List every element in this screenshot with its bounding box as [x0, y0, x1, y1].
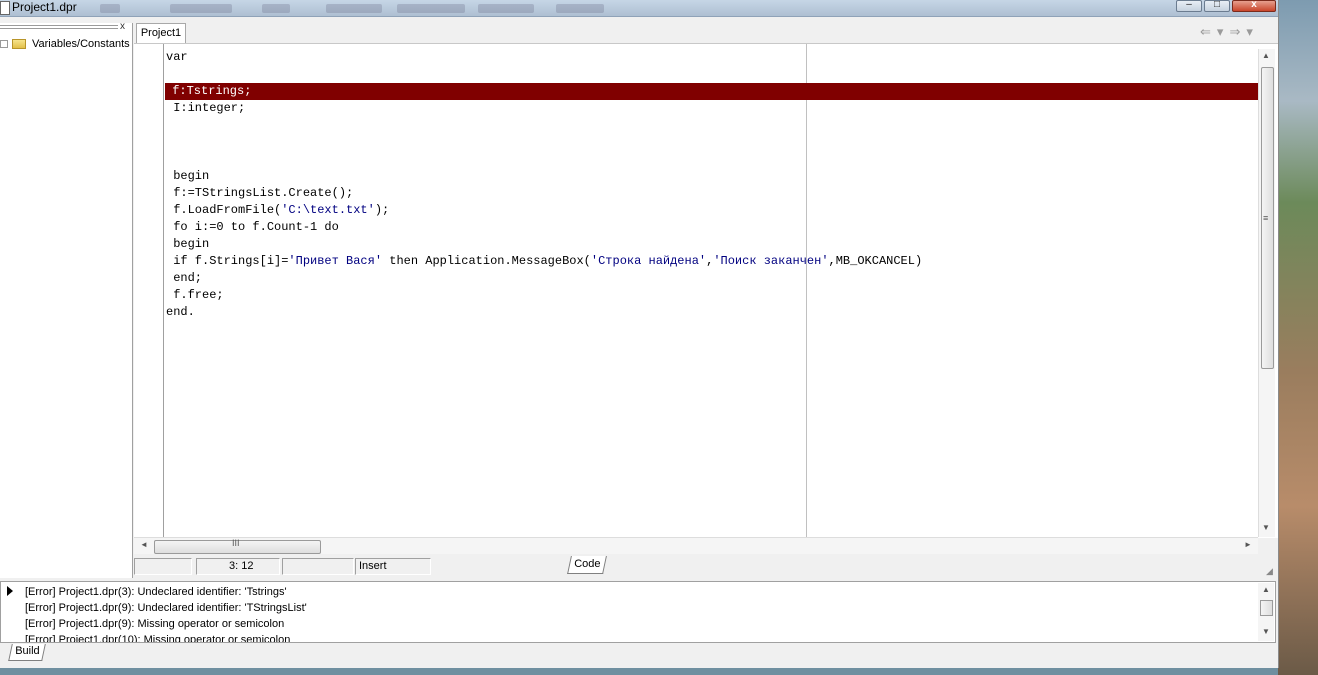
- code-line[interactable]: end.: [166, 304, 195, 321]
- blurred-menu-item: [100, 4, 120, 13]
- forward-menu-icon[interactable]: ▾: [1246, 24, 1259, 39]
- code-line[interactable]: var: [166, 49, 188, 66]
- status-insert-mode: Insert: [355, 558, 431, 575]
- editor-status-bar: 3: 12 Insert Code: [134, 556, 1278, 578]
- status-modified-panel: [134, 558, 192, 575]
- tree-expander-icon[interactable]: [0, 40, 8, 48]
- back-arrow-icon[interactable]: ⇐: [1200, 24, 1217, 39]
- code-line[interactable]: begin: [166, 236, 209, 253]
- right-margin-line: [806, 44, 807, 538]
- bottom-tab-bar: Build: [0, 644, 1278, 668]
- maximize-button[interactable]: □: [1204, 0, 1230, 12]
- messages-panel[interactable]: [Error] Project1.dpr(3): Undeclared iden…: [0, 581, 1276, 643]
- message-item[interactable]: [Error] Project1.dpr(10): Missing operat…: [25, 632, 290, 642]
- code-token: if f.Strings[i]=: [166, 254, 289, 268]
- code-line[interactable]: begin: [166, 168, 209, 185]
- scroll-down-icon[interactable]: ▼: [1262, 523, 1270, 532]
- ide-window: Project1.dpr – □ x x Variables/Constants…: [0, 0, 1279, 668]
- editor-vertical-scrollbar[interactable]: ▲ ≡ ▼: [1258, 49, 1275, 537]
- forward-arrow-icon[interactable]: ⇒: [1229, 24, 1246, 39]
- tree-item-variables-constants[interactable]: Variables/Constants: [0, 37, 130, 51]
- scroll-up-icon[interactable]: ▲: [1262, 585, 1270, 594]
- document-icon: [0, 1, 10, 15]
- editor-gutter[interactable]: [134, 44, 164, 538]
- string-literal: 'Привет Вася': [288, 254, 383, 268]
- status-empty-panel: [282, 558, 354, 575]
- window-title: Project1.dpr: [12, 0, 77, 14]
- scroll-left-icon[interactable]: ◄: [140, 540, 148, 549]
- code-line[interactable]: f:=TStringsList.Create();: [166, 185, 353, 202]
- message-item[interactable]: [Error] Project1.dpr(9): Missing operato…: [25, 616, 284, 632]
- string-literal: 'Строка найдена': [590, 254, 707, 268]
- blurred-menu-item: [326, 4, 382, 13]
- title-bar[interactable]: Project1.dpr – □ x: [0, 0, 1278, 17]
- close-button[interactable]: x: [1232, 0, 1276, 12]
- blurred-menu-item: [478, 4, 534, 13]
- back-menu-icon[interactable]: ▾: [1217, 24, 1230, 39]
- status-cursor-position: 3: 12: [196, 558, 280, 575]
- tab-code[interactable]: Code: [567, 556, 607, 574]
- blurred-menu-item: [556, 4, 604, 13]
- code-token: ,MB_OKCANCEL): [828, 254, 923, 268]
- folder-icon: [12, 39, 26, 49]
- code-line[interactable]: I:integer;: [166, 100, 245, 117]
- desktop-background: [1278, 0, 1318, 675]
- code-line-highlighted[interactable]: f:Tstrings;: [165, 83, 1258, 100]
- navigation-arrows: ⇐▾⇒▾: [1200, 24, 1259, 40]
- message-item[interactable]: [Error] Project1.dpr(3): Undeclared iden…: [25, 584, 287, 600]
- code-line[interactable]: f.free;: [166, 287, 223, 304]
- code-explorer-panel: [0, 23, 133, 578]
- panel-close-icon[interactable]: x: [120, 22, 125, 32]
- resize-grip-icon[interactable]: ◢: [1266, 566, 1273, 577]
- code-line[interactable]: fo i:=0 to f.Count-1 do: [166, 219, 339, 236]
- scroll-grip-icon: ≡: [1263, 213, 1269, 223]
- scroll-up-icon[interactable]: ▲: [1262, 51, 1270, 60]
- code-line[interactable]: end;: [166, 270, 202, 287]
- minimize-button[interactable]: –: [1176, 0, 1202, 12]
- messages-scrollbar[interactable]: ▲ ▼: [1258, 583, 1274, 641]
- blurred-menu-item: [170, 4, 232, 13]
- blurred-menu-item: [262, 4, 290, 13]
- code-line[interactable]: if f.Strings[i]='Привет Вася' then Appli…: [166, 253, 922, 270]
- code-token: then Application.MessageBox(: [382, 254, 591, 268]
- code-editor[interactable]: var f:Tstrings; I:integer; begin f:=TStr…: [134, 43, 1278, 538]
- string-literal: 'C:\text.txt': [281, 203, 375, 217]
- panel-grip[interactable]: [0, 23, 118, 31]
- scroll-grip-icon: III: [232, 538, 240, 548]
- code-token: f.LoadFromFile(: [166, 203, 282, 217]
- tab-build[interactable]: Build: [8, 644, 46, 661]
- message-item[interactable]: [Error] Project1.dpr(9): Undeclared iden…: [25, 600, 307, 616]
- tree-item-label: Variables/Constants: [32, 38, 130, 50]
- scroll-thumb[interactable]: [1260, 600, 1273, 616]
- code-token: );: [374, 203, 390, 217]
- blurred-menu-item: [397, 4, 465, 13]
- tab-project1[interactable]: Project1: [136, 23, 186, 43]
- string-literal: 'Поиск заканчен': [713, 254, 829, 268]
- scroll-down-icon[interactable]: ▼: [1262, 627, 1270, 636]
- editor-tab-strip: [134, 22, 1278, 44]
- selected-message-marker-icon: [7, 586, 13, 596]
- scroll-right-icon[interactable]: ►: [1244, 540, 1252, 549]
- code-line[interactable]: f.LoadFromFile('C:\text.txt');: [166, 202, 389, 219]
- editor-horizontal-scrollbar[interactable]: ◄ III ►: [134, 537, 1258, 554]
